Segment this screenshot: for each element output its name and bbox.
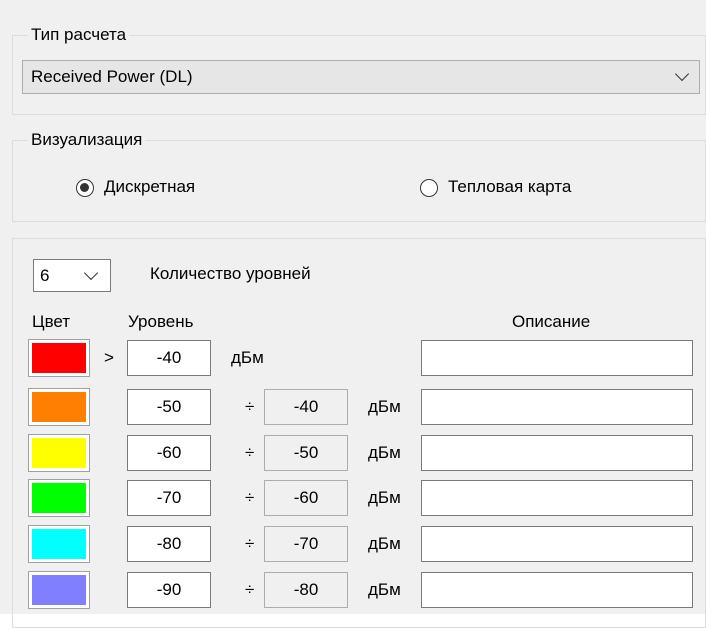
color-swatch-3[interactable] — [28, 434, 90, 472]
level-from-input-2[interactable]: -50 — [127, 389, 211, 425]
visualization-legend: Визуализация — [28, 130, 146, 150]
unit-label: дБм — [368, 443, 401, 462]
radio-discrete-button[interactable] — [76, 179, 94, 197]
swatch-fill — [32, 343, 86, 373]
level-to-field-6: -80 — [264, 572, 348, 608]
calc-type-value: Received Power (DL) — [31, 67, 193, 86]
header-description: Описание — [512, 312, 591, 331]
unit-label: дБм — [368, 397, 401, 416]
calc-type-legend: Тип расчета — [28, 25, 130, 45]
levels-group — [12, 238, 706, 628]
range-symbol: ÷ — [245, 534, 255, 553]
unit-label: дБм — [368, 580, 401, 599]
header-color: Цвет — [32, 312, 71, 331]
radio-discrete-label[interactable]: Дискретная — [104, 177, 195, 197]
level-from-input-6[interactable]: -90 — [127, 572, 211, 608]
color-swatch-6[interactable] — [28, 571, 90, 609]
level-from-input-1[interactable]: -40 — [127, 340, 211, 376]
swatch-fill — [32, 483, 86, 513]
description-input-4[interactable] — [421, 480, 693, 516]
chevron-down-icon — [83, 265, 99, 281]
description-input-3[interactable] — [421, 435, 693, 471]
level-to-field-4: -60 — [264, 480, 348, 516]
radio-heatmap-button[interactable] — [420, 179, 438, 197]
swatch-fill — [32, 529, 86, 559]
radio-selected-dot — [80, 183, 89, 192]
range-symbol: ÷ — [245, 443, 255, 462]
color-swatch-2[interactable] — [28, 388, 90, 426]
unit-label: дБм — [231, 348, 264, 367]
calc-type-combobox[interactable]: Received Power (DL) — [22, 60, 700, 94]
gt-symbol: > — [104, 348, 114, 367]
swatch-fill — [32, 575, 86, 605]
levels-count-label: Количество уровней — [150, 264, 311, 283]
level-to-field-5: -70 — [264, 526, 348, 562]
chevron-down-icon — [674, 66, 690, 82]
header-level: Уровень — [128, 312, 194, 331]
level-from-input-3[interactable]: -60 — [127, 435, 211, 471]
radio-heatmap-label[interactable]: Тепловая карта — [448, 177, 571, 197]
level-from-input-5[interactable]: -80 — [127, 526, 211, 562]
description-input-5[interactable] — [421, 526, 693, 562]
unit-label: дБм — [368, 534, 401, 553]
unit-label: дБм — [368, 488, 401, 507]
swatch-fill — [32, 438, 86, 468]
range-symbol: ÷ — [245, 488, 255, 507]
color-swatch-4[interactable] — [28, 479, 90, 517]
level-to-field-3: -50 — [264, 435, 348, 471]
levels-count-combobox[interactable]: 6 — [33, 259, 111, 292]
level-from-input-4[interactable]: -70 — [127, 480, 211, 516]
level-to-field-2: -40 — [264, 389, 348, 425]
description-input-2[interactable] — [421, 389, 693, 425]
description-input-6[interactable] — [421, 572, 693, 608]
range-symbol: ÷ — [245, 397, 255, 416]
description-input-1[interactable] — [421, 340, 693, 376]
levels-count-value: 6 — [40, 266, 50, 285]
settings-panel: Тип расчета Received Power (DL) Визуализ… — [0, 0, 706, 628]
range-symbol: ÷ — [245, 580, 255, 599]
color-swatch-5[interactable] — [28, 525, 90, 563]
swatch-fill — [32, 392, 86, 422]
color-swatch-1[interactable] — [28, 339, 90, 377]
